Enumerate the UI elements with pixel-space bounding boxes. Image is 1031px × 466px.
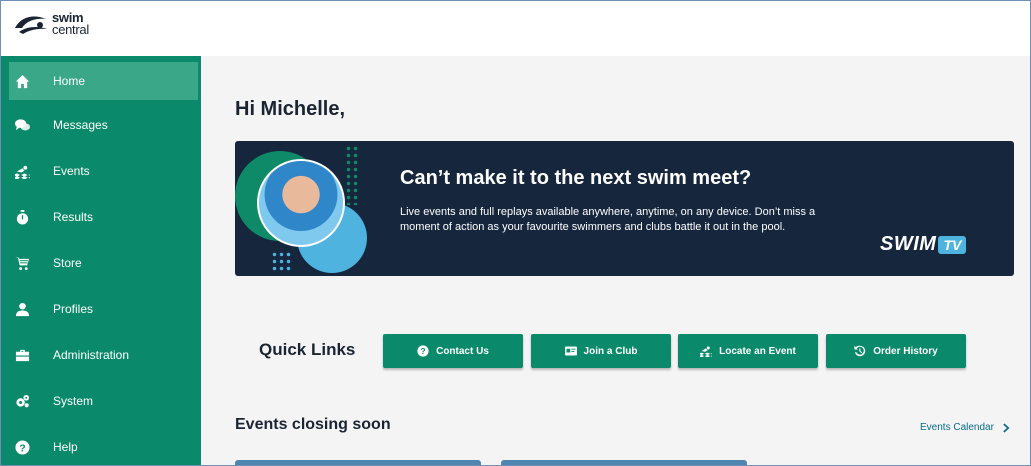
main-content: Hi Michelle, Can’t make it to the next s… [201,56,1030,465]
swimmer-icon [14,163,30,179]
svg-text:?: ? [421,347,426,356]
sidebar-item-help[interactable]: ? Help [1,424,201,465]
event-card[interactable] [235,460,481,465]
sidebar-item-label: Administration [53,348,130,362]
logo-text-central: central [52,22,89,37]
sidebar-item-store[interactable]: Store [1,240,201,286]
join-a-club-label: Join a Club [583,345,638,357]
app-window: swim central Home Messages Events Result… [0,0,1031,466]
quick-links-title: Quick Links [259,340,356,359]
sidebar-item-results[interactable]: Results [1,194,201,240]
order-history-label: Order History [873,345,938,357]
sidebar-item-label: Profiles [53,302,94,316]
home-icon [14,73,30,89]
chevron-right-icon [1003,423,1010,432]
join-a-club-button[interactable]: Join a Club [531,334,671,368]
briefcase-icon [14,347,30,363]
contact-us-label: Contact Us [436,345,489,357]
decorative-dots [271,251,293,271]
sidebar-item-system[interactable]: System [1,378,201,424]
sidebar-item-label: Home [53,74,86,88]
gears-icon [14,393,30,409]
events-calendar-label: Events Calendar [920,422,994,433]
swimtv-logo: SWIM TV [880,233,967,256]
contact-us-button[interactable]: ? Contact Us [383,334,523,368]
swimmer-logo-icon [15,16,47,34]
sidebar-item-label: System [53,394,94,408]
top-bar: swim central [1,1,1030,56]
greeting-heading: Hi Michelle, [235,98,346,120]
order-history-button[interactable]: Order History [826,334,966,368]
sidebar-item-label: Results [53,210,94,224]
sidebar: Home Messages Events Results Store Profi… [1,56,201,465]
swimtv-promo-banner[interactable]: Can’t make it to the next swim meet? Liv… [235,141,1014,276]
shopping-cart-icon [14,255,30,271]
sidebar-item-label: Store [53,256,82,270]
swimtv-logo-word: SWIM [880,233,937,255]
swimmer-photo [257,159,345,247]
events-closing-soon-title: Events closing soon [235,416,391,433]
banner-body: Live events and full replays available a… [400,206,816,233]
stopwatch-icon [14,209,30,225]
banner-title: Can’t make it to the next swim meet? [400,167,752,189]
user-icon [14,301,30,317]
sidebar-item-events[interactable]: Events [1,148,201,194]
events-calendar-link[interactable]: Events Calendar [920,422,1012,433]
question-circle-icon: ? [417,345,429,357]
event-card[interactable] [501,460,747,465]
decorative-dots [345,145,359,205]
sidebar-item-profiles[interactable]: Profiles [1,286,201,332]
svg-text:?: ? [19,443,25,454]
swimtv-logo-badge: TV [938,235,967,254]
sidebar-item-administration[interactable]: Administration [1,332,201,378]
question-circle-icon: ? [14,439,30,455]
sidebar-item-label: Help [53,440,78,454]
sidebar-item-label: Events [53,164,90,178]
locate-an-event-label: Locate an Event [719,345,796,357]
locate-an-event-button[interactable]: Locate an Event [678,334,818,368]
chat-bubbles-icon [14,117,30,133]
sidebar-item-home[interactable]: Home [9,62,198,100]
sidebar-item-label: Messages [53,118,108,132]
id-card-icon [564,346,577,356]
sidebar-item-messages[interactable]: Messages [1,102,201,148]
swimmer-icon [700,346,713,357]
swim-central-logo[interactable]: swim central [13,10,89,38]
history-icon [854,345,866,357]
